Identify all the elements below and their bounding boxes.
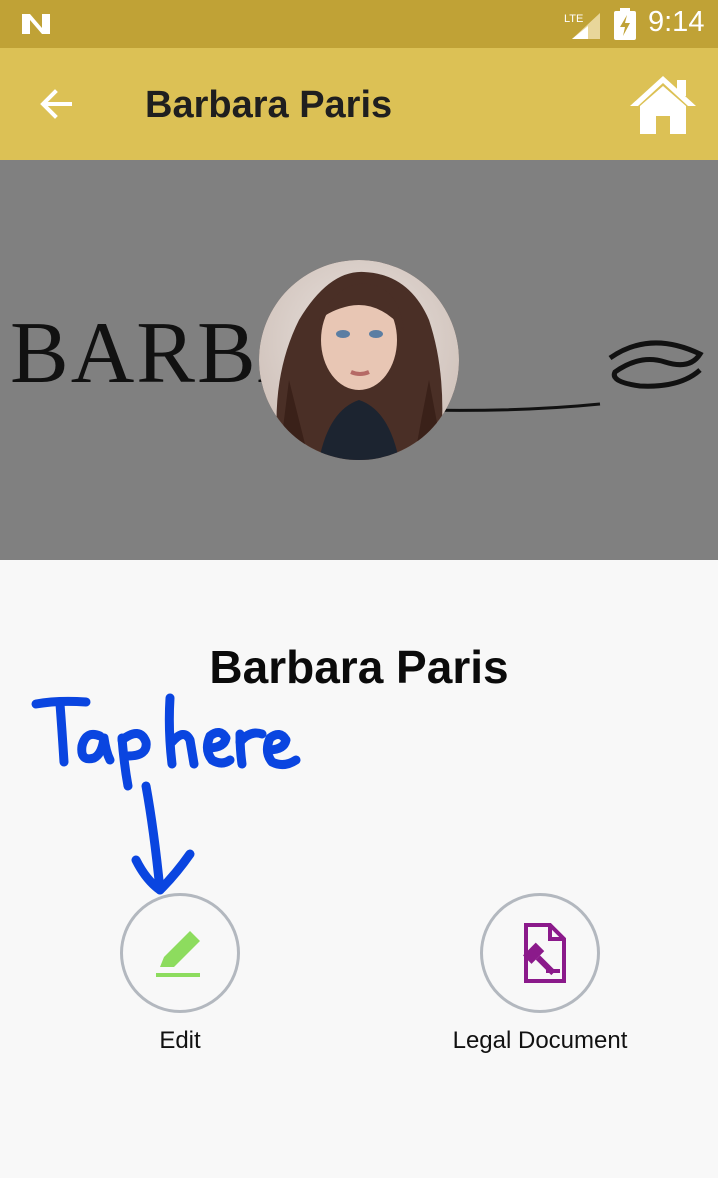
pencil-icon <box>156 931 200 977</box>
home-icon <box>630 76 696 134</box>
legal-document-button[interactable] <box>480 893 600 1013</box>
battery-charging-icon <box>614 8 636 40</box>
n-notification-icon <box>22 14 50 34</box>
edit-action[interactable]: Edit <box>80 893 280 1055</box>
status-time: 9:14 <box>648 6 705 38</box>
edit-button[interactable] <box>120 893 240 1013</box>
lte-signal-icon: LTE <box>564 13 600 39</box>
profile-banner: BARBARA <box>0 160 718 560</box>
legal-document-label: Legal Document <box>452 1027 628 1054</box>
avatar[interactable] <box>259 260 459 460</box>
profile-photo <box>259 260 459 460</box>
profile-name: Barbara Paris <box>209 641 509 693</box>
status-bar: LTE 9:14 <box>0 0 718 48</box>
arrow-left-icon <box>40 89 72 119</box>
back-button[interactable] <box>34 82 78 126</box>
legal-document-action[interactable]: Legal Document <box>420 893 660 1055</box>
home-button[interactable] <box>628 72 698 136</box>
legal-document-icon <box>523 923 566 983</box>
app-bar: Barbara Paris <box>0 48 718 160</box>
svg-text:LTE: LTE <box>564 13 583 25</box>
page-title: Barbara Paris <box>145 84 393 126</box>
tap-here-annotation <box>31 693 301 895</box>
edit-label: Edit <box>159 1027 201 1054</box>
